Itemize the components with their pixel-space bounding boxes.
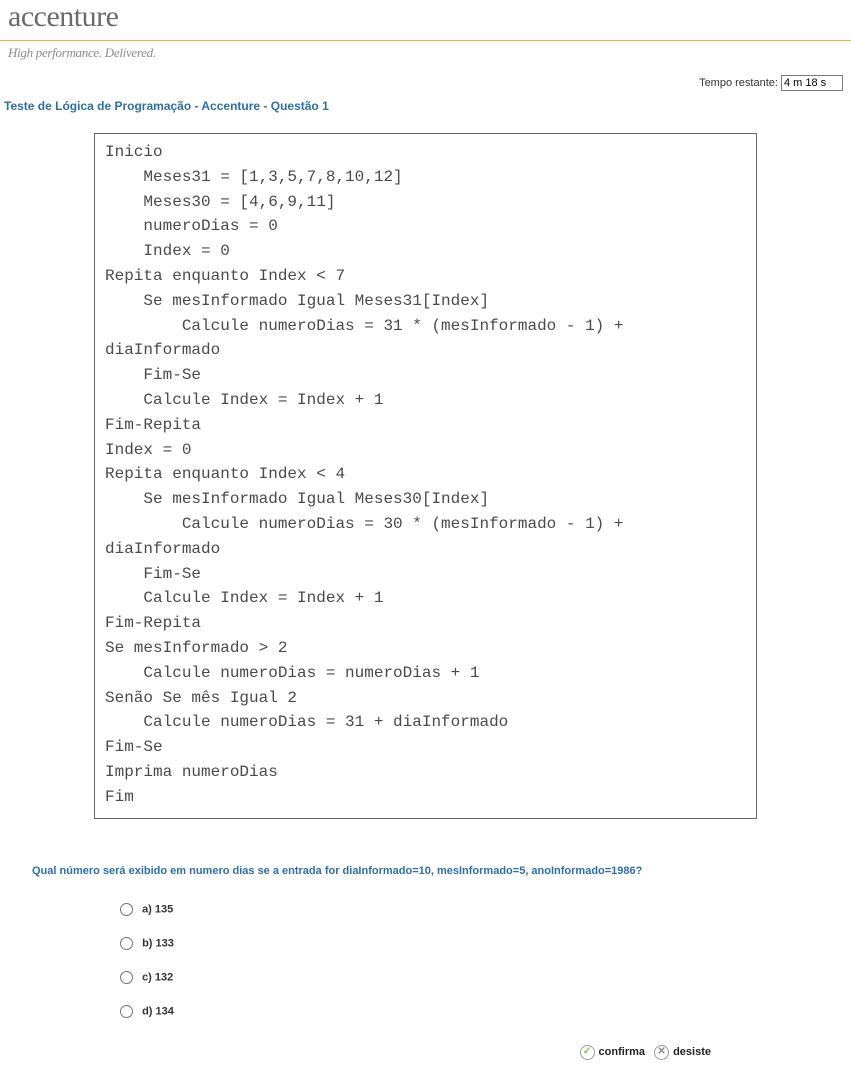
- confirm-label: confirma: [599, 1046, 645, 1058]
- page-title: Teste de Lógica de Programação - Accentu…: [0, 95, 851, 125]
- close-icon: ✕: [654, 1045, 669, 1060]
- timer-value-input: [781, 75, 843, 91]
- option-d-radio[interactable]: [120, 1005, 133, 1018]
- option-b-label: b) 133: [142, 937, 174, 949]
- code-block: Inicio Meses31 = [1,3,5,7,8,10,12] Meses…: [94, 133, 757, 819]
- option-c-radio[interactable]: [120, 971, 133, 984]
- brand-tagline: High performance. Delivered.: [0, 45, 851, 61]
- confirm-button[interactable]: ✓ confirma: [580, 1045, 645, 1060]
- option-c-label: c) 132: [142, 971, 173, 983]
- divider: [0, 40, 851, 41]
- giveup-button[interactable]: ✕ desiste: [654, 1045, 711, 1060]
- timer-row: Tempo restante:: [0, 61, 851, 95]
- option-a-radio[interactable]: [120, 903, 133, 916]
- timer-label: Tempo restante:: [699, 77, 778, 89]
- check-icon: ✓: [580, 1045, 595, 1060]
- option-a-label: a) 135: [142, 903, 173, 915]
- option-a[interactable]: a) 135: [120, 893, 851, 927]
- option-d-label: d) 134: [142, 1005, 174, 1017]
- question-text: Qual número será exibido em numero dias …: [0, 831, 851, 887]
- options-group: a) 135 b) 133 c) 132 d) 134: [0, 887, 851, 1033]
- option-b-radio[interactable]: [120, 937, 133, 950]
- brand-logo: accenture: [8, 0, 843, 32]
- option-b[interactable]: b) 133: [120, 927, 851, 961]
- option-d[interactable]: d) 134: [120, 995, 851, 1029]
- giveup-label: desiste: [673, 1046, 711, 1058]
